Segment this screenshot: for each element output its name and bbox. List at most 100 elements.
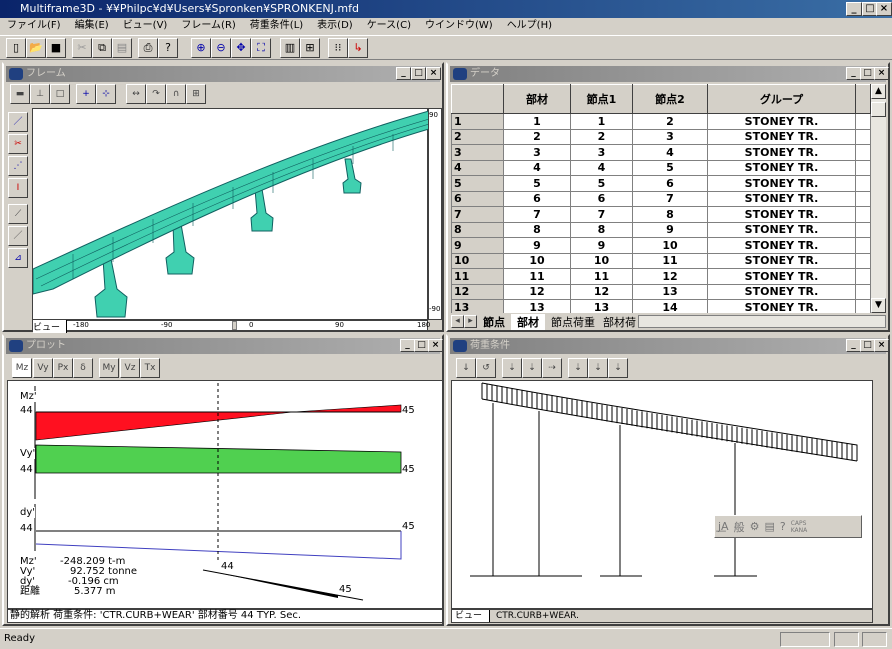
table-cell[interactable]: 5 [503,175,571,192]
table-row[interactable]: 8 8 8 9 STONEY TR. [451,221,871,238]
table-cell[interactable]: 13 [503,299,571,313]
select-tool-icon[interactable]: □ [50,84,70,104]
menu-window[interactable]: ウインドウ(W) [418,18,500,34]
row-header[interactable]: 8 [451,221,504,238]
table-row[interactable]: 11 11 11 12 STONEY TR. [451,268,871,285]
table-cell[interactable]: 14 [632,299,708,313]
horizontal-ruler[interactable]: ビュー -180 -90 0 90 180 [32,320,430,333]
table-cell[interactable]: 13 [632,283,708,300]
subdivide-icon[interactable]: ⋰ [8,156,28,176]
menu-frame[interactable]: フレーム(R) [174,18,242,34]
dimension-icon[interactable]: ↔ [126,84,146,104]
table-cell[interactable]: 11 [632,252,708,269]
paste-icon[interactable]: ▤ [112,38,132,58]
table-cell[interactable]: 12 [503,283,571,300]
table-row[interactable]: 6 6 6 7 STONEY TR. [451,190,871,207]
table-cell[interactable]: 8 [570,221,633,238]
cut-icon[interactable]: ✂ [72,38,92,58]
table-cell[interactable]: 7 [632,190,708,207]
table-cell[interactable]: 8 [503,221,571,238]
column-header[interactable]: 節点1 [570,84,633,114]
table-row[interactable]: 3 3 3 4 STONEY TR. [451,144,871,161]
tab-member-loads[interactable]: 部材荷 [601,314,638,330]
scroll-up-icon[interactable]: ▲ [871,84,886,99]
plot-my-button[interactable]: My [99,358,119,378]
column-header[interactable]: 節点2 [632,84,708,114]
menu-load[interactable]: 荷重条件(L) [243,18,310,34]
zoom-in-icon[interactable]: ⊕ [191,38,211,58]
save-icon[interactable]: ■ [46,38,66,58]
table-cell[interactable]: STONEY TR. [707,175,856,192]
close-button[interactable]: × [874,67,889,80]
help-icon[interactable]: ? [158,38,178,58]
split-member-icon[interactable]: ✂ [8,134,28,154]
row-header[interactable]: 1 [451,113,504,130]
menu-display[interactable]: 表示(D) [310,18,360,34]
tab-scroll-left-icon[interactable]: ◂ [451,315,464,328]
table-cell[interactable]: 12 [570,283,633,300]
point-load-icon[interactable]: ↓ [456,358,476,378]
tab-node-loads[interactable]: 節点荷重 [545,314,601,330]
table-cell[interactable]: 13 [570,299,633,313]
frame-3d-view[interactable] [32,108,430,320]
table-cell[interactable]: 7 [570,206,633,223]
ruler-slider[interactable] [232,321,237,330]
generate-icon[interactable]: ⊿ [8,248,28,268]
ime-pad-icon[interactable]: ▤ [764,520,774,533]
table-cell[interactable]: 8 [632,206,708,223]
table-cell[interactable]: STONEY TR. [707,159,856,176]
vertical-scrollbar[interactable]: ▲ ▼ [871,84,886,313]
row-header[interactable]: 2 [451,128,504,145]
plot-vy-button[interactable]: Vy [33,358,53,378]
print-icon[interactable]: ⎙ [138,38,158,58]
axes-icon[interactable]: ↳ [348,38,368,58]
plot-vz-button[interactable]: Vz [120,358,140,378]
close-button[interactable]: × [874,339,889,352]
table-cell[interactable]: 9 [632,221,708,238]
data-grid[interactable]: 部材 節点1 節点2 グループ 1 1 1 2 STONEY TR. 2 2 2 3 STONEY… [451,84,871,313]
view-tab[interactable]: ビュー [33,320,67,333]
table-cell[interactable]: 1 [570,113,633,130]
scroll-down-icon[interactable]: ▼ [871,298,886,313]
table-cell[interactable]: 11 [503,268,571,285]
row-header[interactable]: 5 [451,175,504,192]
plot-canvas[interactable]: Mz' 44 45 Vy' 44 45 dy' 44 45 44 45 Mz' -… [7,380,443,609]
table-cell[interactable]: 4 [632,144,708,161]
table-cell[interactable]: STONEY TR. [707,221,856,238]
plot-px-button[interactable]: Px [53,358,73,378]
vertical-ruler[interactable]: 90 -90 [428,108,442,320]
table-cell[interactable]: STONEY TR. [707,283,856,300]
draw-member-icon[interactable]: ／ [8,112,28,132]
table-cell[interactable]: 10 [503,252,571,269]
add-joint-icon[interactable]: + [76,84,96,104]
table-cell[interactable]: STONEY TR. [707,128,856,145]
pan-icon[interactable]: ✥ [231,38,251,58]
tab-scroll-right-icon[interactable]: ▸ [464,315,477,328]
line-icon[interactable]: ／ [8,226,28,246]
corner-header[interactable] [451,84,504,114]
horizontal-scrollbar[interactable] [638,315,886,328]
table-cell[interactable]: 10 [632,237,708,254]
row-header[interactable]: 9 [451,237,504,254]
table-cell[interactable]: 5 [570,175,633,192]
table-cell[interactable]: 6 [632,175,708,192]
ime-tool-icon[interactable]: ⚙ [750,520,760,533]
row-header[interactable]: 4 [451,159,504,176]
frame-grid-icon[interactable]: ⊞ [300,38,320,58]
table-cell[interactable]: 2 [503,128,571,145]
maximize-button[interactable]: □ [414,339,429,352]
load-canvas[interactable]: j͟A 般 ⚙ ▤ ? CAPS KANA [451,380,873,609]
maximize-button[interactable]: □ [860,339,875,352]
close-button[interactable]: × [428,339,443,352]
table-cell[interactable]: STONEY TR. [707,144,856,161]
open-folder-icon[interactable]: 📂 [26,38,46,58]
arc-icon[interactable]: ∩ [166,84,186,104]
table-row[interactable]: 4 4 4 5 STONEY TR. [451,159,871,176]
table-cell[interactable]: 12 [632,268,708,285]
table-cell[interactable]: STONEY TR. [707,206,856,223]
table-cell[interactable]: STONEY TR. [707,237,856,254]
table-cell[interactable]: 7 [503,206,571,223]
table-cell[interactable]: 9 [503,237,571,254]
table-cell[interactable]: STONEY TR. [707,252,856,269]
moment-load-icon[interactable]: ↺ [476,358,496,378]
